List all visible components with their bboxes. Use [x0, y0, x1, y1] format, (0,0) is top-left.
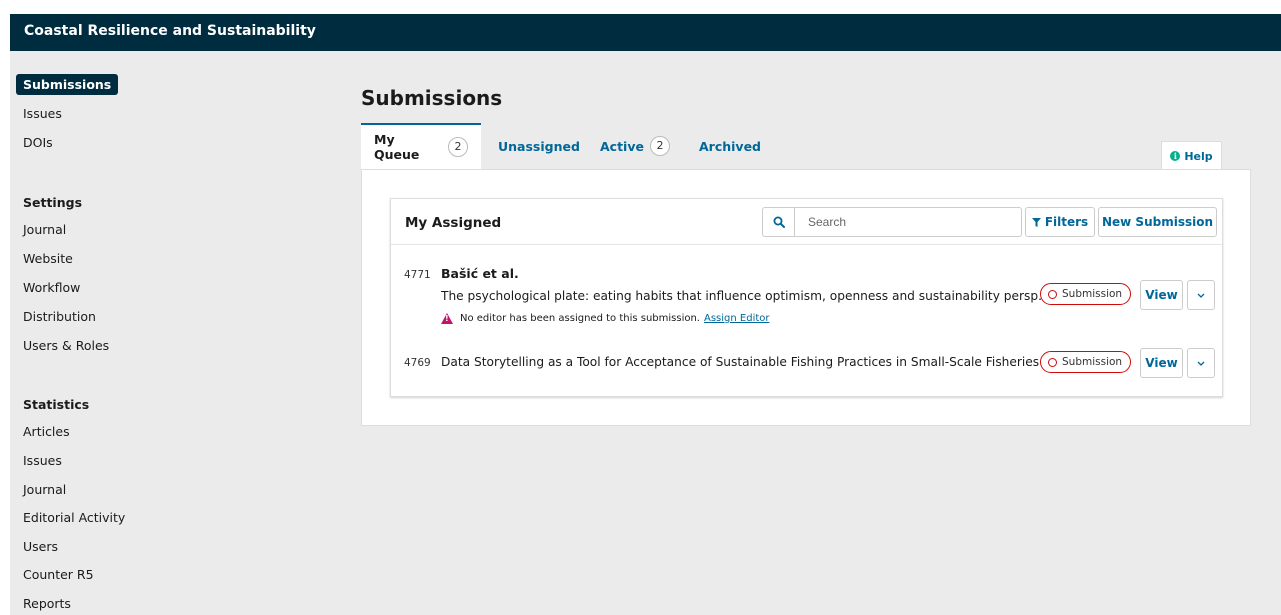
submission-authors: Bašić et al.	[441, 266, 519, 281]
submission-title[interactable]: The psychological plate: eating habits t…	[441, 289, 1050, 303]
sidebar-item-reports[interactable]: Reports	[16, 593, 78, 614]
stage-label: Submission	[1062, 356, 1123, 368]
filter-icon	[1031, 217, 1041, 227]
sidebar-item-distribution[interactable]: Distribution	[16, 306, 103, 327]
tab-label: My Queue	[374, 132, 420, 162]
circle-icon	[1048, 357, 1057, 367]
help-label: Help	[1184, 149, 1213, 163]
site-header: Coastal Resilience and Sustainability	[10, 14, 1281, 51]
tab-label: Unassigned	[498, 138, 580, 154]
sidebar-item-submissions[interactable]: Submissions	[16, 74, 119, 95]
page-title: Submissions	[361, 86, 503, 110]
filters-label: Filters	[1044, 215, 1089, 229]
search-input[interactable]	[794, 207, 1022, 237]
tab-label: Active	[600, 138, 644, 154]
warning-icon: !	[441, 313, 453, 324]
sidebar-item-issues[interactable]: Issues	[16, 103, 69, 124]
tab-active[interactable]: Active 2	[587, 123, 683, 169]
sidebar-item-stats-issues[interactable]: Issues	[16, 450, 69, 471]
new-submission-label: New Submission	[1101, 215, 1214, 229]
stage-badge: Submission	[1040, 351, 1132, 373]
list-header: My Assigned Filters New Submission	[391, 199, 1222, 245]
sidebar-item-editorial-activity[interactable]: Editorial Activity	[16, 507, 132, 528]
sidebar-item-dois[interactable]: DOIs	[16, 132, 60, 153]
help-button[interactable]: i Help	[1161, 141, 1222, 170]
tab-archived[interactable]: Archived	[686, 123, 774, 169]
site-title[interactable]: Coastal Resilience and Sustainability	[24, 23, 316, 39]
submissions-list-panel: My Assigned Filters New Submission	[390, 198, 1223, 397]
notice-text: No editor has been assigned to this subm…	[460, 313, 700, 324]
sidebar-item-articles[interactable]: Articles	[16, 421, 77, 442]
view-button[interactable]: View	[1140, 348, 1183, 378]
tab-label: Archived	[699, 138, 762, 154]
sidebar-item-workflow[interactable]: Workflow	[16, 277, 87, 298]
list-item: 4769 Data Storytelling as a Tool for Acc…	[391, 333, 1222, 393]
stage-badge: Submission	[1040, 283, 1132, 305]
tab-count-badge: 2	[448, 137, 468, 157]
stage-label: Submission	[1062, 288, 1123, 300]
sidebar-item-website[interactable]: Website	[16, 248, 80, 269]
new-submission-button[interactable]: New Submission	[1098, 207, 1217, 237]
submission-tabs: My Queue 2 Unassigned Active 2 Archived	[361, 123, 1241, 169]
expand-button[interactable]	[1187, 280, 1215, 310]
sidebar-heading-statistics: Statistics	[23, 397, 90, 412]
info-icon: i	[1170, 151, 1181, 161]
chevron-down-icon	[1197, 293, 1205, 298]
sidebar-item-stats-users[interactable]: Users	[16, 536, 65, 557]
submission-title[interactable]: Data Storytelling as a Tool for Acceptan…	[441, 355, 1039, 369]
sidebar-item-stats-journal[interactable]: Journal	[16, 479, 73, 500]
assign-editor-link[interactable]: Assign Editor	[704, 313, 770, 324]
submission-id: 4769	[404, 357, 431, 369]
no-editor-notice: ! No editor has been assigned to this su…	[441, 313, 770, 324]
sidebar-heading-settings: Settings	[23, 195, 83, 210]
expand-button[interactable]	[1187, 348, 1215, 378]
list-title: My Assigned	[405, 215, 502, 231]
search-button[interactable]	[762, 207, 794, 237]
filters-button[interactable]: Filters	[1025, 207, 1095, 237]
app-root: Coastal Resilience and Sustainability Su…	[0, 0, 1281, 615]
sidebar-item-users-roles[interactable]: Users & Roles	[16, 335, 116, 356]
search-icon	[773, 216, 785, 228]
circle-icon	[1048, 289, 1057, 299]
submission-id: 4771	[404, 269, 431, 281]
app-shell: Submissions Issues DOIs Settings Journal…	[10, 51, 1281, 615]
tab-my-queue[interactable]: My Queue 2	[361, 123, 481, 169]
sidebar-item-journal[interactable]: Journal	[16, 219, 73, 240]
sidebar-item-counter-r5[interactable]: Counter R5	[16, 564, 101, 585]
tab-unassigned[interactable]: Unassigned	[485, 123, 593, 169]
chevron-down-icon	[1197, 361, 1205, 366]
view-button[interactable]: View	[1140, 280, 1183, 310]
tab-count-badge: 2	[649, 136, 670, 156]
list-item: 4771 Bašić et al. The psychological plat…	[391, 245, 1222, 333]
